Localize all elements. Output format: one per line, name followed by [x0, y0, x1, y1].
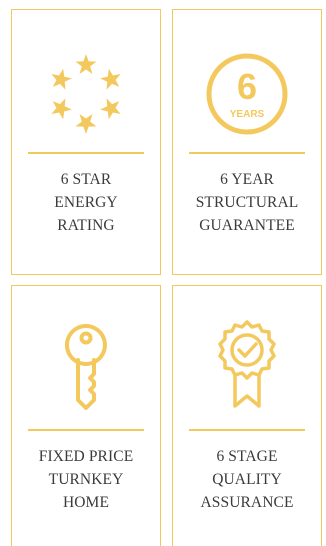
badge-text: YEARS [230, 109, 265, 120]
badge-number: 6 [237, 66, 257, 107]
card-divider [189, 152, 305, 154]
quality-rosette-check-icon [173, 314, 321, 414]
feature-card-structural-guarantee: 6 YEARS 6 YEAR STRUCTURAL GUARANTEE [172, 9, 322, 275]
six-years-badge-icon: 6 YEARS [173, 46, 321, 142]
feature-card-energy-rating: 6 STAR ENERGY RATING [11, 9, 161, 275]
feature-card-quality-assurance: 6 STAGE QUALITY ASSURANCE [172, 285, 322, 546]
six-stars-circle-icon [12, 46, 160, 142]
card-label: 6 STAGE QUALITY ASSURANCE [200, 448, 294, 511]
card-divider [28, 152, 144, 154]
key-icon [12, 314, 160, 414]
card-label: FIXED PRICE TURNKEY HOME [38, 448, 134, 511]
card-divider [189, 429, 305, 431]
card-divider [28, 429, 144, 431]
feature-card-turnkey-home: FIXED PRICE TURNKEY HOME [11, 285, 161, 546]
card-label: 6 YEAR STRUCTURAL GUARANTEE [195, 171, 299, 234]
card-label: 6 STAR ENERGY RATING [54, 171, 118, 234]
